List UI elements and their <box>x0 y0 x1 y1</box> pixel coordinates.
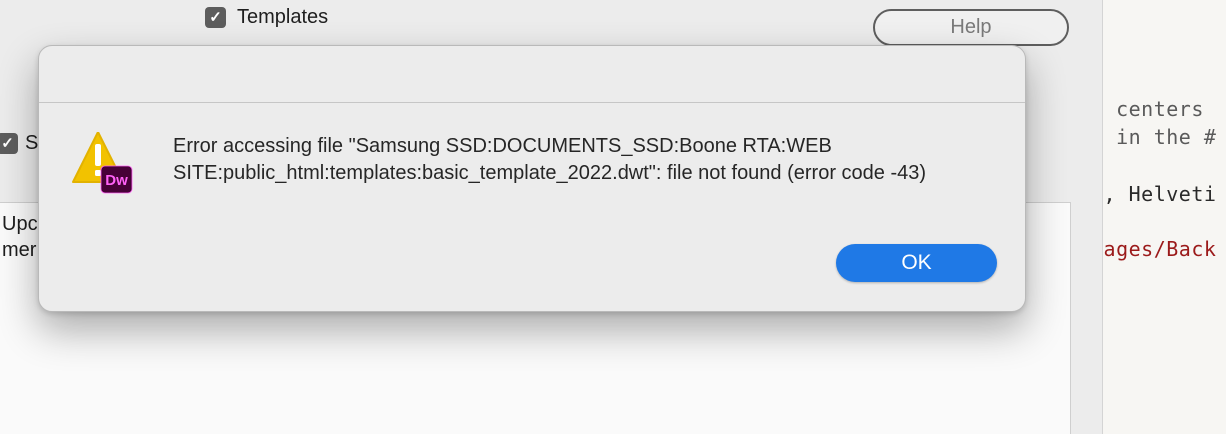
error-dialog: Dw Error accessing file "Samsung SSD:DOC… <box>38 45 1026 312</box>
second-checkbox[interactable]: ✓ <box>0 133 18 154</box>
code-line-3: l, Helveti <box>1103 182 1217 206</box>
code-line-4: mages/Back <box>1103 237 1217 261</box>
panel-text-line-2: mer <box>2 239 37 261</box>
second-checkbox-label: S <box>25 132 39 154</box>
code-line-2: t in the # <box>1103 125 1217 149</box>
dw-badge-text: Dw <box>105 172 128 189</box>
help-button[interactable]: Help <box>873 9 1069 46</box>
dialog-separator <box>39 102 1025 103</box>
dreamweaver-warning-icon: Dw <box>72 132 133 194</box>
code-editor[interactable]: s centers t in the # l, Helveti mages/Ba… <box>1103 0 1226 434</box>
panel-text-line-1: Upc <box>2 213 38 235</box>
templates-checkbox[interactable]: ✓ <box>205 7 226 28</box>
templates-checkbox-label: Templates <box>237 6 329 28</box>
error-message: Error accessing file "Samsung SSD:DOCUME… <box>173 135 927 184</box>
ok-button[interactable]: OK <box>836 244 997 282</box>
code-line-1: s centers <box>1103 97 1204 121</box>
